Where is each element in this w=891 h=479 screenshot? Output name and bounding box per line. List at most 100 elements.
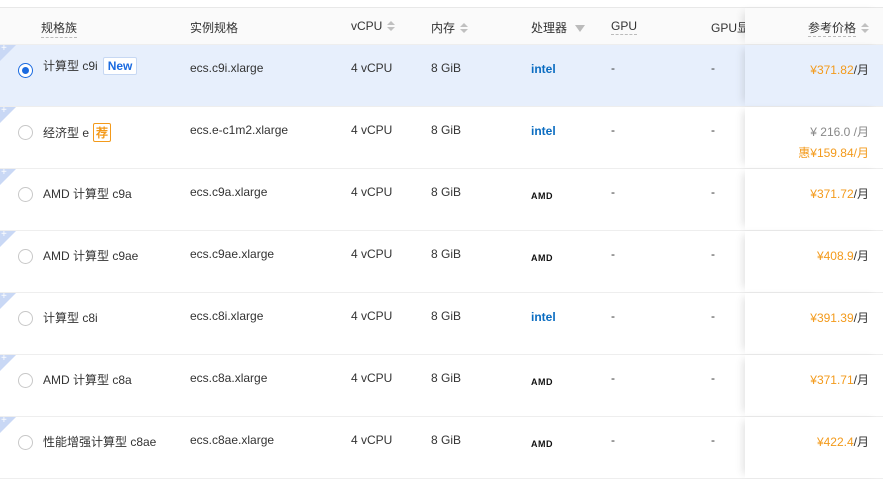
- new-badge: New: [102, 57, 138, 75]
- discount-prefix: 惠: [798, 146, 811, 160]
- vcpu-cell: 4 vCPU: [351, 433, 393, 447]
- family-cell: 计算型 c8i: [43, 309, 98, 326]
- price-unit: /月: [853, 146, 869, 160]
- family-cell: AMD 计算型 c9a: [43, 185, 132, 202]
- table-row[interactable]: + 性能增强计算型 c8ae ecs.c8ae.xlarge 4 vCPU 8 …: [0, 415, 883, 479]
- gpu-cell: -: [611, 309, 615, 323]
- vcpu-cell: 4 vCPU: [351, 371, 393, 385]
- family-cell: AMD 计算型 c8a: [43, 371, 132, 388]
- filter-icon[interactable]: [575, 25, 586, 32]
- compare-corner-icon[interactable]: +: [0, 415, 16, 433]
- spec-cell: ecs.c8i.xlarge: [190, 309, 264, 323]
- header-spec: 实例规格: [190, 21, 239, 35]
- processor-cell: AMD: [531, 436, 553, 450]
- header-memory[interactable]: 内存: [431, 19, 469, 36]
- price-cell: ¥391.39/月: [745, 293, 883, 354]
- price-unit: /月: [853, 63, 869, 77]
- vcpu-cell: 4 vCPU: [351, 247, 393, 261]
- intel-logo: intel: [531, 124, 556, 138]
- memory-cell: 8 GiB: [431, 123, 462, 137]
- table-row[interactable]: + AMD 计算型 c9ae ecs.c9ae.xlarge 4 vCPU 8 …: [0, 229, 883, 293]
- original-price: ¥ 216.0 /月: [810, 125, 869, 139]
- sort-icon[interactable]: [460, 23, 469, 33]
- amd-logo: AMD: [531, 253, 553, 263]
- sort-icon[interactable]: [861, 23, 869, 33]
- table-row[interactable]: + 计算型 c8i ecs.c8i.xlarge 4 vCPU 8 GiB in…: [0, 291, 883, 355]
- row-radio[interactable]: [18, 63, 33, 78]
- sort-icon[interactable]: [387, 21, 396, 31]
- discount-price: ¥159.84: [810, 146, 854, 160]
- processor-cell: AMD: [531, 188, 553, 202]
- processor-cell: AMD: [531, 374, 553, 388]
- price-cell: ¥371.71/月: [745, 355, 883, 416]
- compare-corner-icon[interactable]: +: [0, 353, 16, 371]
- spec-cell: ecs.e-c1m2.xlarge: [190, 123, 289, 137]
- header-vcpu[interactable]: vCPU: [351, 19, 396, 33]
- table-row[interactable]: + 经济型 e荐 ecs.e-c1m2.xlarge 4 vCPU 8 GiB …: [0, 105, 883, 169]
- table-row[interactable]: + AMD 计算型 c8a ecs.c8a.xlarge 4 vCPU 8 Gi…: [0, 353, 883, 417]
- header-price[interactable]: 参考价格: [745, 8, 883, 44]
- intel-logo: intel: [531, 310, 556, 324]
- compare-corner-icon[interactable]: +: [0, 105, 16, 123]
- row-radio[interactable]: [18, 249, 33, 264]
- family-cell: 性能增强计算型 c8ae: [43, 433, 156, 450]
- compare-corner-icon[interactable]: +: [0, 167, 16, 185]
- gpu-cell: -: [611, 123, 615, 137]
- vcpu-cell: 4 vCPU: [351, 185, 393, 199]
- spec-cell: ecs.c8a.xlarge: [190, 371, 268, 385]
- gpu-cell: -: [611, 371, 615, 385]
- vcpu-cell: 4 vCPU: [351, 123, 393, 137]
- memory-cell: 8 GiB: [431, 309, 462, 323]
- family-name: AMD 计算型 c8a: [43, 373, 132, 387]
- processor-cell: intel: [531, 310, 556, 324]
- price-cell: ¥371.82/月: [745, 45, 883, 106]
- amd-logo: AMD: [531, 377, 553, 387]
- price: ¥371.72: [810, 187, 854, 201]
- gpu-memory-cell: -: [711, 185, 715, 199]
- header-gpu[interactable]: GPU: [611, 19, 638, 35]
- family-cell: 计算型 c9i New: [43, 57, 138, 75]
- family-name: 性能增强计算型 c8ae: [43, 435, 157, 449]
- memory-cell: 8 GiB: [431, 61, 462, 75]
- price-cell: ¥ 216.0 /月惠¥159.84/月: [745, 107, 883, 168]
- compare-corner-icon[interactable]: +: [0, 291, 16, 309]
- gpu-memory-cell: -: [711, 309, 715, 323]
- family-name: AMD 计算型 c9a: [43, 187, 132, 201]
- compare-corner-icon[interactable]: +: [0, 43, 16, 61]
- gpu-memory-cell: -: [711, 61, 715, 75]
- gpu-cell: -: [611, 247, 615, 261]
- gpu-memory-cell: -: [711, 371, 715, 385]
- price-cell: ¥371.72/月: [745, 169, 883, 230]
- vcpu-cell: 4 vCPU: [351, 309, 393, 323]
- gpu-cell: -: [611, 433, 615, 447]
- gpu-memory-cell: -: [711, 247, 715, 261]
- memory-cell: 8 GiB: [431, 433, 462, 447]
- price: ¥371.71: [810, 373, 854, 387]
- intel-logo: intel: [531, 62, 556, 76]
- family-cell: 经济型 e荐: [43, 123, 112, 142]
- table-row[interactable]: + AMD 计算型 c9a ecs.c9a.xlarge 4 vCPU 8 Gi…: [0, 167, 883, 231]
- price-unit: /月: [853, 249, 869, 263]
- row-radio[interactable]: [18, 435, 33, 450]
- header-price-label: 参考价格: [807, 21, 856, 37]
- spec-cell: ecs.c9i.xlarge: [190, 61, 264, 75]
- memory-cell: 8 GiB: [431, 185, 462, 199]
- gpu-cell: -: [611, 61, 615, 75]
- row-radio[interactable]: [18, 373, 33, 388]
- processor-cell: intel: [531, 62, 556, 76]
- row-radio[interactable]: [18, 311, 33, 326]
- price-unit: /月: [853, 187, 869, 201]
- header-family[interactable]: 规格族: [41, 19, 78, 38]
- family-cell: AMD 计算型 c9ae: [43, 247, 138, 264]
- amd-logo: AMD: [531, 191, 553, 201]
- compare-corner-icon[interactable]: +: [0, 229, 16, 247]
- price-cell: ¥422.4/月: [745, 417, 883, 478]
- memory-cell: 8 GiB: [431, 247, 462, 261]
- memory-cell: 8 GiB: [431, 371, 462, 385]
- table-row[interactable]: + 计算型 c9i New ecs.c9i.xlarge 4 vCPU 8 GiB…: [0, 43, 883, 107]
- price-cell: ¥408.9/月: [745, 231, 883, 292]
- row-radio[interactable]: [18, 125, 33, 140]
- header-processor[interactable]: 处理器: [531, 19, 586, 36]
- price: ¥408.9: [816, 249, 854, 263]
- row-radio[interactable]: [18, 187, 33, 202]
